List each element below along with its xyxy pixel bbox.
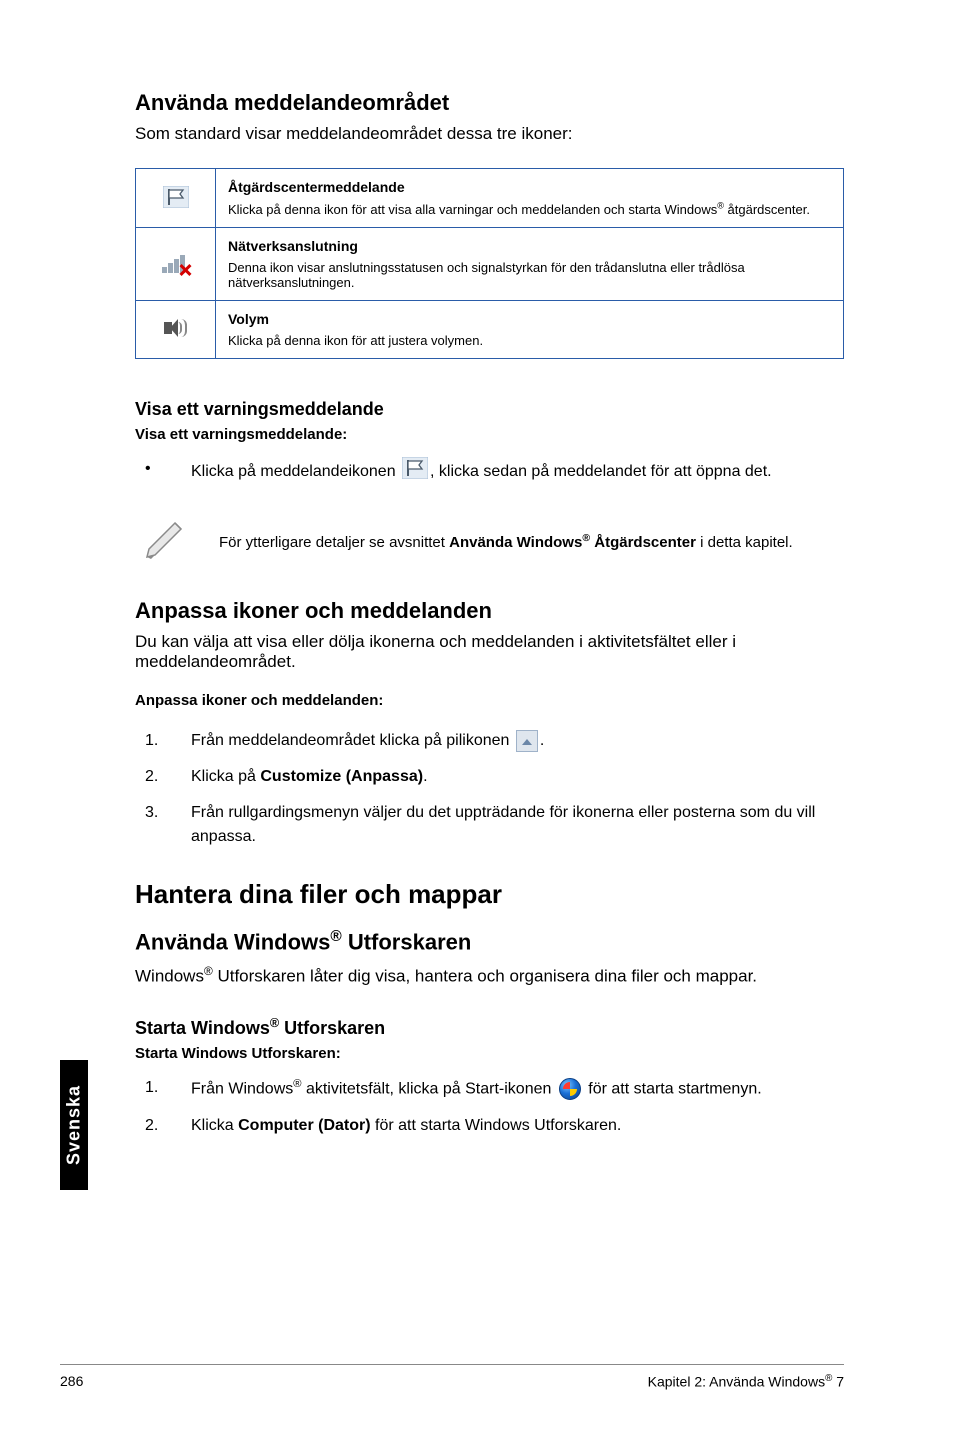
volume-title: Volym xyxy=(228,311,831,327)
customize-step-2: Klicka på Customize (Anpassa). xyxy=(135,765,844,789)
notification-area-heading: Använda meddelandeområdet xyxy=(135,90,844,116)
start-explorer-step-1: Från Windows® aktivitetsfält, klicka på … xyxy=(135,1076,844,1101)
network-title: Nätverksanslutning xyxy=(228,238,831,254)
explorer-lead: Windows® Utforskaren låter dig visa, han… xyxy=(135,964,844,987)
notification-area-lead: Som standard visar meddelandeområdet des… xyxy=(135,124,844,144)
flag-icon xyxy=(402,457,428,487)
customize-lead: Du kan välja att visa eller dölja ikoner… xyxy=(135,632,844,672)
customize-heading: Anpassa ikoner och meddelanden xyxy=(135,598,844,624)
arrow-up-icon xyxy=(516,730,538,752)
warning-subheading: Visa ett varningsmeddelande: xyxy=(135,426,844,443)
chapter-label: Kapitel 2: Använda Windows® 7 xyxy=(648,1373,844,1390)
network-desc: Denna ikon visar anslutningsstatusen och… xyxy=(228,260,745,290)
customize-step-1: Från meddelandeområdet klicka på pilikon… xyxy=(135,729,844,753)
customize-subheading: Anpassa ikoner och meddelanden: xyxy=(135,692,844,709)
start-explorer-heading: Starta Windows® Utforskaren xyxy=(135,1016,844,1039)
volume-desc: Klicka på denna ikon för att justera vol… xyxy=(228,333,483,348)
pencil-icon xyxy=(141,515,189,568)
explorer-heading: Använda Windows® Utforskaren xyxy=(135,928,844,955)
start-explorer-subheading: Starta Windows Utforskaren: xyxy=(135,1045,844,1062)
customize-step-3: Från rullgardingsmenyn väljer du det upp… xyxy=(135,801,844,849)
start-orb-icon xyxy=(559,1078,581,1100)
language-side-tab: Svenska xyxy=(60,1060,88,1190)
notification-icons-table: Åtgärdscentermeddelande Klicka på denna … xyxy=(135,168,844,359)
network-icon xyxy=(162,251,190,275)
page-number: 286 xyxy=(60,1373,83,1390)
flag-icon xyxy=(163,196,189,211)
start-explorer-step-2: Klicka Computer (Dator) för att starta W… xyxy=(135,1114,844,1138)
warning-heading: Visa ett varningsmeddelande xyxy=(135,399,844,420)
manage-files-heading: Hantera dina filer och mappar xyxy=(135,879,844,910)
note-text: För ytterligare detaljer se avsnittet An… xyxy=(219,532,793,551)
action-center-title: Åtgärdscentermeddelande xyxy=(228,179,831,195)
volume-icon xyxy=(162,317,190,339)
warning-bullet: Klicka på meddelandeikonen , klicka seda… xyxy=(135,457,844,487)
action-center-desc: Klicka på denna ikon för att visa alla v… xyxy=(228,202,810,217)
